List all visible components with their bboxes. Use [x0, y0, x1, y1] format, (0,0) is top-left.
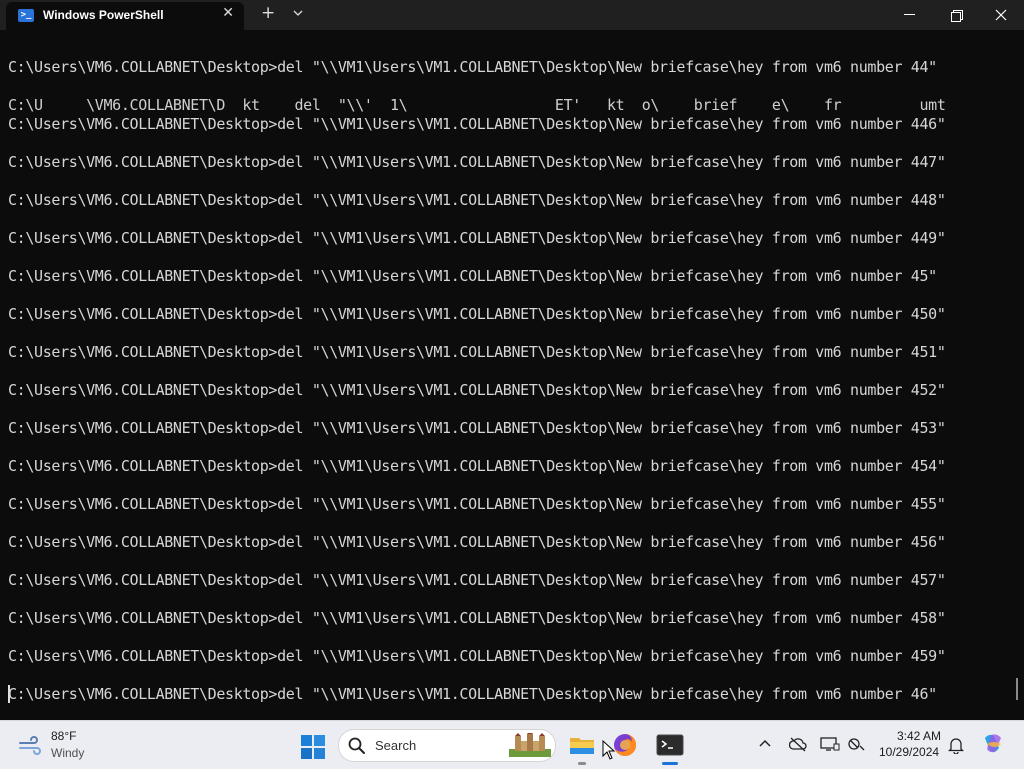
powershell-icon: >_: [18, 9, 34, 22]
tab-title: Windows PowerShell: [43, 8, 164, 22]
maximize-button[interactable]: [932, 0, 978, 30]
mouse-pointer-icon: [602, 740, 616, 760]
terminal-line: C:\Users\VM6.COLLABNET\Desktop>del "\\VM…: [8, 153, 946, 171]
terminal-line: C:\Users\VM6.COLLABNET\Desktop>del "\\VM…: [8, 381, 946, 399]
new-tab-button[interactable]: +: [261, 3, 275, 23]
terminal-line-garbled: C:\U \VM6.COLLABNET\D kt del "\\' 1\ ET'…: [8, 96, 946, 114]
terminal-line: C:\Users\VM6.COLLABNET\Desktop>del "\\VM…: [8, 647, 946, 665]
explorer-running-indicator: [578, 762, 586, 765]
bell-icon[interactable]: [948, 736, 964, 754]
text-cursor: [8, 685, 10, 703]
minimize-button[interactable]: [886, 0, 932, 30]
terminal-line: C:\Users\VM6.COLLABNET\Desktop>del "\\VM…: [8, 457, 946, 475]
accessibility-icon[interactable]: [847, 736, 865, 752]
file-explorer-icon[interactable]: [568, 731, 596, 759]
terminal-line: C:\Users\VM6.COLLABNET\Desktop>del "\\VM…: [8, 115, 946, 133]
terminal-line: C:\Users\VM6.COLLABNET\Desktop>del "\\VM…: [8, 533, 946, 551]
terminal-icon[interactable]: [656, 731, 684, 759]
terminal-output[interactable]: C:\Users\VM6.COLLABNET\Desktop>del "\\VM…: [0, 30, 1024, 720]
title-bar: >_ Windows PowerShell ✕ +: [0, 0, 1024, 30]
close-button[interactable]: [978, 0, 1024, 30]
terminal-line: C:\Users\VM6.COLLABNET\Desktop>del "\\VM…: [8, 191, 946, 209]
weather-condition: Windy: [51, 746, 85, 760]
tab-windows-powershell[interactable]: >_ Windows PowerShell ✕: [6, 2, 244, 30]
terminal-line: C:\Users\VM6.COLLABNET\Desktop>del "\\VM…: [8, 267, 937, 285]
copilot-icon[interactable]: [981, 732, 1005, 756]
terminal-line: C:\Users\VM6.COLLABNET\Desktop>del "\\VM…: [8, 343, 946, 361]
castle-icon: [509, 733, 551, 757]
wind-icon: [19, 736, 41, 755]
terminal-line: C:\Users\VM6.COLLABNET\Desktop>del "\\VM…: [8, 229, 946, 247]
start-icon[interactable]: [301, 735, 325, 759]
search-label: Search: [375, 738, 417, 753]
terminal-line: C:\Users\VM6.COLLABNET\Desktop>del "\\VM…: [8, 58, 937, 76]
terminal-active-indicator: [662, 762, 678, 765]
display-icon[interactable]: [820, 736, 840, 752]
terminal-line: C:\Users\VM6.COLLABNET\Desktop>del "\\VM…: [8, 419, 946, 437]
search-icon: [348, 737, 365, 754]
taskbar: 88°F Windy Search 3:42 AM 10/29/2024: [0, 720, 1024, 769]
search-box[interactable]: Search: [338, 729, 556, 762]
terminal-line: C:\Users\VM6.COLLABNET\Desktop>del "\\VM…: [8, 685, 937, 703]
scrollbar-thumb[interactable]: [1016, 678, 1018, 700]
chevron-down-icon[interactable]: [293, 8, 303, 18]
close-icon: [995, 9, 1007, 21]
terminal-line: C:\Users\VM6.COLLABNET\Desktop>del "\\VM…: [8, 495, 946, 513]
tab-close-icon[interactable]: ✕: [222, 5, 234, 21]
terminal-line: C:\Users\VM6.COLLABNET\Desktop>del "\\VM…: [8, 571, 946, 589]
weather-temperature: 88°F: [51, 729, 77, 743]
terminal-line: C:\Users\VM6.COLLABNET\Desktop>del "\\VM…: [8, 609, 946, 627]
onedrive-icon[interactable]: [789, 736, 807, 752]
terminal-line: C:\Users\VM6.COLLABNET\Desktop>del "\\VM…: [8, 305, 946, 323]
chevron-up-icon[interactable]: [759, 739, 771, 747]
clock-time: 3:42 AM: [897, 729, 942, 743]
clock-date: 10/29/2024: [879, 745, 940, 759]
